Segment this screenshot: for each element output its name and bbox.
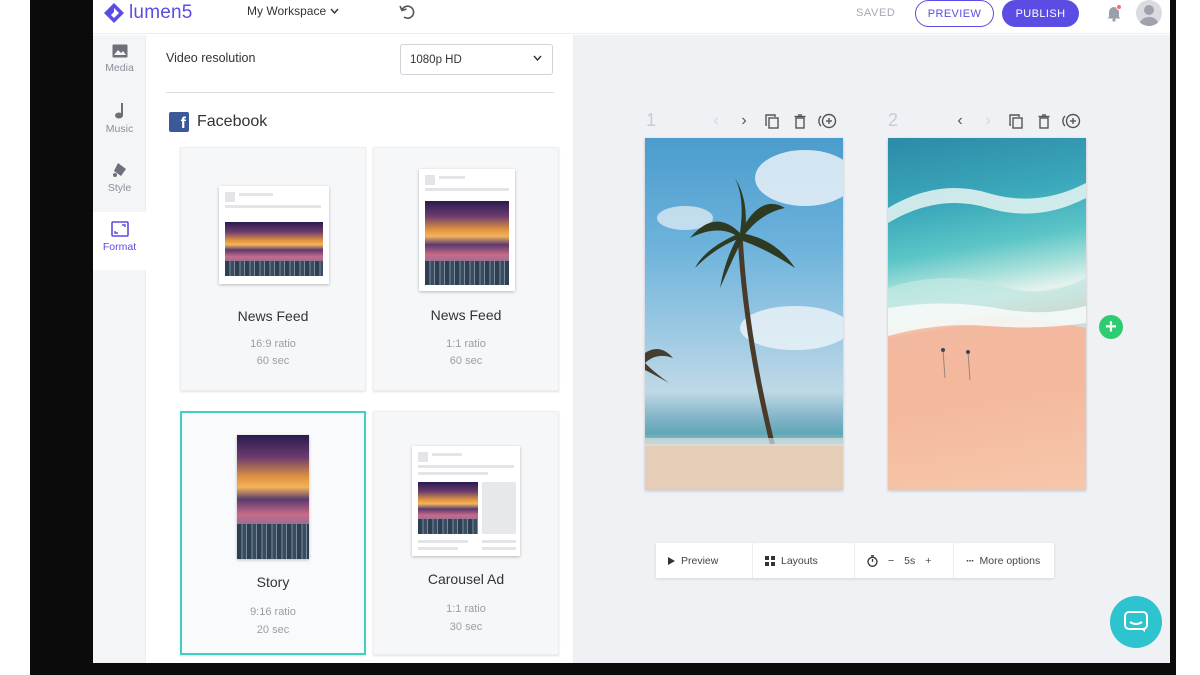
rail-label-media: Media: [105, 62, 134, 74]
device-frame: lumen5 My Workspace SAVED PREVIEW PUBLIS…: [30, 0, 1176, 675]
app-logo[interactable]: lumen5: [103, 1, 193, 25]
rail-item-style[interactable]: Style: [93, 153, 146, 211]
resolution-value: 1080p HD: [410, 53, 462, 66]
more-options-button[interactable]: ··· More options: [954, 543, 1054, 578]
toolbar-layouts-label: Layouts: [781, 554, 818, 567]
resolution-label: Video resolution: [166, 51, 256, 65]
format-frame-icon: [110, 221, 129, 237]
format-duration: 60 sec: [256, 355, 290, 367]
copy-icon[interactable]: [1002, 112, 1030, 130]
rail-label-music: Music: [105, 123, 134, 135]
thumbnail-news-feed-landscape: [219, 186, 329, 284]
rail-item-music[interactable]: Music: [93, 94, 146, 152]
storyboard-canvas: 1 ‹ › 2 ‹ › + Preview Layouts − 5s + ···…: [574, 35, 1170, 663]
app-name: lumen5: [129, 2, 193, 23]
preview-button[interactable]: PREVIEW: [915, 0, 994, 27]
notification-bell-icon[interactable]: [1106, 4, 1122, 22]
more-options-label: More options: [979, 554, 1041, 567]
platform-heading: f Facebook: [169, 112, 267, 132]
user-silhouette-icon: [1139, 5, 1159, 26]
format-card-story[interactable]: Story 9:16 ratio 20 sec: [180, 411, 366, 655]
chevron-left-icon[interactable]: ‹: [702, 112, 730, 130]
scene-1-tools: ‹ ›: [702, 112, 842, 130]
user-avatar[interactable]: [1136, 0, 1162, 26]
wave-foam-icon: [888, 183, 1086, 381]
format-ratio: 1:1 ratio: [446, 338, 486, 350]
thumbnail-carousel-ad: [412, 446, 520, 556]
chevron-down-icon: [533, 55, 542, 61]
format-card-news-feed-landscape[interactable]: News Feed 16:9 ratio 60 sec: [180, 147, 366, 391]
add-scene-button[interactable]: +: [1099, 315, 1123, 339]
format-panel: Video resolution 1080p HD f Facebook New…: [146, 35, 574, 663]
publish-button[interactable]: PUBLISH: [1002, 0, 1079, 27]
duration-value: 5s: [904, 554, 916, 567]
top-bar: lumen5 My Workspace SAVED PREVIEW PUBLIS…: [93, 0, 1170, 34]
format-ratio: 9:16 ratio: [250, 606, 296, 618]
chevron-right-icon[interactable]: ›: [974, 112, 1002, 130]
more-dots-icon: ···: [966, 554, 974, 567]
scene-2-tools: ‹ ›: [946, 112, 1086, 130]
format-card-carousel-ad[interactable]: Carousel Ad 1:1 ratio 30 sec: [373, 411, 559, 655]
duration-increase-button[interactable]: +: [925, 555, 931, 567]
grid-icon: [765, 555, 775, 566]
divider: [166, 92, 554, 93]
toolbar-preview-label: Preview: [681, 554, 719, 567]
thumbnail-story: [237, 435, 309, 559]
chevron-down-icon: [330, 8, 339, 14]
scene-toolbar: Preview Layouts − 5s + ··· More options: [656, 543, 1054, 578]
resolution-select[interactable]: 1080p HD: [400, 44, 553, 75]
stopwatch-icon: [867, 554, 878, 567]
workspace-name: My Workspace: [247, 4, 327, 18]
format-title: Carousel Ad: [427, 571, 505, 587]
rail-item-media[interactable]: Media: [93, 35, 146, 93]
format-duration: 30 sec: [449, 621, 483, 633]
format-ratio: 16:9 ratio: [250, 338, 296, 350]
copy-icon[interactable]: [758, 112, 786, 130]
lumen5-logo-icon: [104, 3, 124, 23]
toolbar-layouts-button[interactable]: Layouts: [753, 543, 855, 578]
palm-tree-icon: [645, 150, 843, 490]
scene-number: 2: [888, 110, 899, 130]
scene-number: 1: [646, 110, 657, 130]
app-screen: lumen5 My Workspace SAVED PREVIEW PUBLIS…: [93, 0, 1170, 663]
format-title: Story: [256, 574, 290, 590]
chevron-left-icon[interactable]: ‹: [946, 112, 974, 130]
rail-label-format: Format: [102, 241, 137, 253]
music-note-icon: [114, 103, 123, 119]
thumbnail-news-feed-square: [419, 169, 515, 291]
format-ratio: 1:1 ratio: [446, 603, 486, 615]
facebook-icon: f: [169, 112, 189, 132]
add-scene-after-icon[interactable]: [814, 112, 842, 130]
scene-1-image[interactable]: [645, 138, 843, 490]
workspace-dropdown[interactable]: My Workspace: [247, 4, 339, 18]
format-duration: 60 sec: [449, 355, 483, 367]
duration-decrease-button[interactable]: −: [888, 555, 894, 567]
left-rail: Media Music Style Format: [93, 35, 146, 663]
rail-label-style: Style: [107, 182, 132, 194]
scene-2-image[interactable]: [888, 138, 1086, 490]
format-title: News Feed: [430, 307, 502, 323]
format-duration: 20 sec: [256, 624, 290, 636]
rail-item-format[interactable]: Format: [93, 212, 146, 270]
format-title: News Feed: [237, 308, 309, 324]
undo-icon[interactable]: [398, 3, 416, 21]
toolbar-preview-button[interactable]: Preview: [656, 543, 753, 578]
format-card-news-feed-square[interactable]: News Feed 1:1 ratio 60 sec: [373, 147, 559, 391]
trash-icon[interactable]: [786, 112, 814, 130]
platform-name: Facebook: [197, 113, 268, 130]
chat-bubble-icon: [1124, 611, 1148, 632]
add-scene-after-icon[interactable]: [1058, 112, 1086, 130]
chat-button[interactable]: [1110, 596, 1162, 648]
paint-bucket-icon: [112, 163, 126, 177]
image-icon: [112, 44, 127, 58]
save-status: SAVED: [856, 7, 896, 19]
play-icon: [668, 556, 675, 565]
trash-icon[interactable]: [1030, 112, 1058, 130]
chevron-right-icon[interactable]: ›: [730, 112, 758, 130]
duration-control: − 5s +: [855, 543, 954, 578]
